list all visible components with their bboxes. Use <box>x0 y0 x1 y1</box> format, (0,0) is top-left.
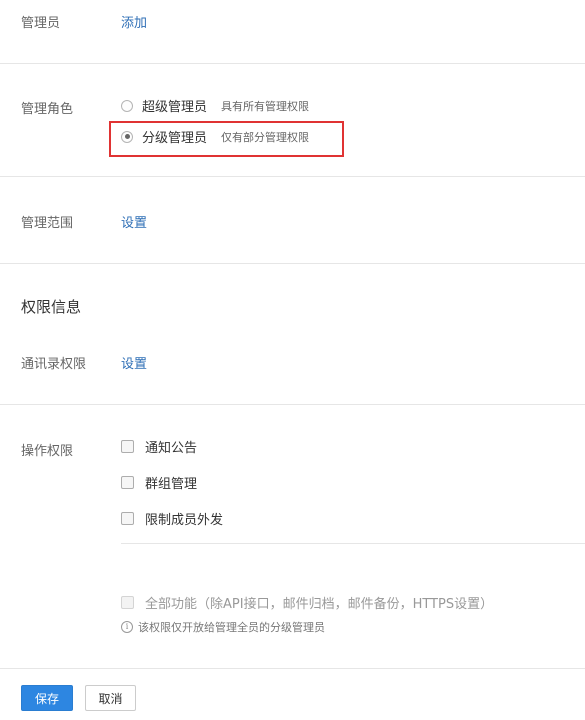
check-label: 全部功能（除API接口，邮件归档，邮件备份，HTTPS设置） <box>145 597 494 612</box>
divider <box>0 263 585 264</box>
radio-super-admin[interactable]: 超级管理员 具有所有管理权限 <box>121 96 309 115</box>
radio-button[interactable] <box>121 99 133 112</box>
cancel-button[interactable]: 取消 <box>85 685 136 711</box>
contacts-permission-label: 通讯录权限 <box>21 357 87 372</box>
admin-label: 管理员 <box>21 16 61 31</box>
divider <box>121 543 585 544</box>
check-label: 限制成员外发 <box>145 513 224 528</box>
divider <box>0 668 585 669</box>
highlight-box <box>109 121 344 157</box>
divider <box>0 404 585 405</box>
checkbox-disabled <box>121 596 134 609</box>
check-restrict-external[interactable]: 限制成员外发 <box>121 509 223 528</box>
info-note-text: 该权限仅开放给管理全员的分级管理员 <box>138 621 325 634</box>
checkbox[interactable] <box>121 512 134 525</box>
scope-label: 管理范围 <box>21 216 74 231</box>
scope-settings-link[interactable]: 设置 <box>121 212 147 231</box>
divider <box>0 176 585 177</box>
check-label: 群组管理 <box>145 477 198 492</box>
radio-description: 具有所有管理权限 <box>221 99 310 113</box>
info-note: i 该权限仅开放给管理全员的分级管理员 <box>121 619 325 635</box>
save-button[interactable]: 保存 <box>21 685 73 711</box>
add-admin-link[interactable]: 添加 <box>121 12 147 31</box>
contacts-settings-link[interactable]: 设置 <box>121 353 147 372</box>
check-all-features: 全部功能（除API接口，邮件归档，邮件备份，HTTPS设置） <box>121 593 493 612</box>
info-icon: i <box>121 621 133 633</box>
check-label: 通知公告 <box>145 441 198 456</box>
operations-label: 操作权限 <box>21 444 74 459</box>
role-label: 管理角色 <box>21 102 74 117</box>
checkbox[interactable] <box>121 440 134 453</box>
radio-title: 超级管理员 <box>142 100 208 115</box>
checkbox[interactable] <box>121 476 134 489</box>
check-notice[interactable]: 通知公告 <box>121 437 197 456</box>
section-title: 权限信息 <box>21 298 82 316</box>
check-group-management[interactable]: 群组管理 <box>121 473 197 492</box>
divider <box>0 63 585 64</box>
